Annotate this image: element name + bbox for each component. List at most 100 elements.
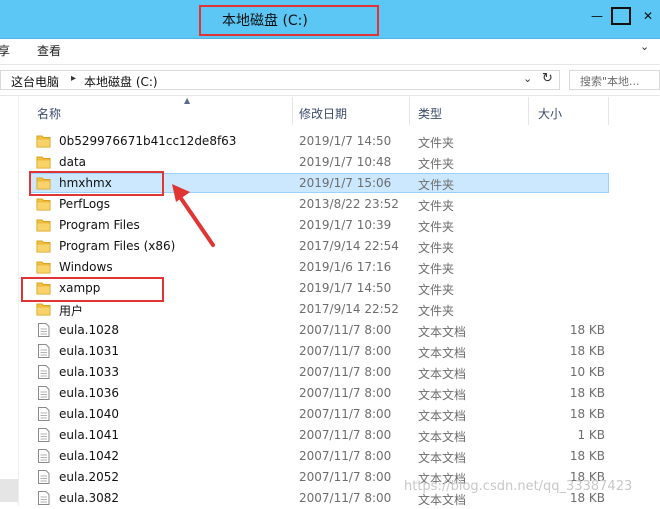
folder-icon bbox=[36, 134, 51, 148]
folder-row[interactable]: 用户 2017/9/14 22:52 文件夹 bbox=[19, 299, 660, 320]
modified-date: 2019/1/7 14:50 bbox=[299, 134, 392, 148]
file-size: 18 KB bbox=[569, 449, 605, 463]
folder-icon bbox=[36, 155, 51, 169]
tab-share[interactable]: 享 bbox=[0, 42, 10, 59]
modified-date: 2017/9/14 22:52 bbox=[299, 302, 399, 316]
file-name: eula.2052 bbox=[59, 470, 120, 484]
modified-date: 2007/11/7 8:00 bbox=[299, 407, 392, 421]
text-document-icon bbox=[36, 428, 51, 442]
modified-date: 2019/1/6 17:16 bbox=[299, 260, 392, 274]
file-type: 文本文档 bbox=[418, 409, 467, 423]
column-header-row: 名称 ▲ 修改日期 类型 大小 bbox=[19, 96, 660, 125]
modified-date: 2007/11/7 8:00 bbox=[299, 386, 392, 400]
file-row[interactable]: eula.1031 2007/11/7 8:00 文本文档 18 KB bbox=[19, 341, 660, 362]
text-document-icon bbox=[36, 407, 51, 421]
file-type: 文件夹 bbox=[418, 199, 455, 213]
file-name: 0b529976671b41cc12de8f63 bbox=[59, 134, 237, 148]
ribbon-expand-icon[interactable]: ⌄ bbox=[640, 40, 649, 53]
file-row[interactable]: eula.1036 2007/11/7 8:00 文本文档 18 KB bbox=[19, 383, 660, 404]
file-type: 文件夹 bbox=[418, 304, 455, 318]
navigation-selected-item[interactable] bbox=[0, 479, 18, 502]
sort-ascending-icon: ▲ bbox=[184, 96, 191, 105]
text-document-icon bbox=[36, 491, 51, 505]
folder-row[interactable]: Program Files 2019/1/7 10:39 文件夹 bbox=[19, 215, 660, 236]
minimize-button[interactable]: — bbox=[586, 6, 608, 26]
file-row[interactable]: eula.1028 2007/11/7 8:00 文本文档 18 KB bbox=[19, 320, 660, 341]
file-size: 10 KB bbox=[569, 365, 605, 379]
file-name: eula.1028 bbox=[59, 323, 120, 337]
file-name: eula.1041 bbox=[59, 428, 120, 442]
folder-icon bbox=[36, 302, 51, 316]
modified-date: 2013/8/22 23:52 bbox=[299, 197, 399, 211]
maximize-button[interactable] bbox=[611, 7, 631, 25]
modified-date: 2007/11/7 8:00 bbox=[299, 344, 392, 358]
annotation-box-hmxhmx bbox=[29, 171, 164, 196]
file-type: 文本文档 bbox=[418, 430, 467, 444]
address-row: 这台电脑 ▸ 本地磁盘 (C:) ⌄ ↻ 搜索"本地... bbox=[0, 64, 660, 96]
column-header-size[interactable]: 大小 bbox=[529, 97, 609, 125]
file-name: eula.3082 bbox=[59, 491, 120, 505]
file-type: 文件夹 bbox=[418, 157, 455, 171]
folder-icon bbox=[36, 239, 51, 253]
address-dropdown-icon[interactable]: ⌄ bbox=[523, 72, 532, 85]
folder-row[interactable]: PerfLogs 2013/8/22 23:52 文件夹 bbox=[19, 194, 660, 215]
file-name: 用户 bbox=[59, 304, 84, 318]
file-size: 18 KB bbox=[569, 386, 605, 400]
column-name-label: 名称 bbox=[37, 107, 62, 121]
column-header-name[interactable]: 名称 ▲ bbox=[28, 96, 293, 125]
breadcrumb-separator-icon[interactable]: ▸ bbox=[71, 73, 76, 84]
text-document-icon bbox=[36, 365, 51, 379]
folder-icon bbox=[36, 260, 51, 274]
file-size: 1 KB bbox=[577, 428, 605, 442]
ribbon-tabs: 享 查看 ⌄ bbox=[0, 39, 660, 61]
modified-date: 2007/11/7 8:00 bbox=[299, 323, 392, 337]
modified-date: 2017/9/14 22:54 bbox=[299, 239, 399, 253]
column-header-date[interactable]: 修改日期 bbox=[290, 97, 410, 125]
file-name: eula.1033 bbox=[59, 365, 120, 379]
navigation-pane[interactable] bbox=[0, 96, 19, 506]
modified-date: 2019/1/7 10:48 bbox=[299, 155, 392, 169]
breadcrumb-this-pc[interactable]: 这台电脑 bbox=[11, 73, 59, 90]
file-type: 文件夹 bbox=[418, 220, 455, 234]
file-name: eula.1040 bbox=[59, 407, 120, 421]
tab-view[interactable]: 查看 bbox=[37, 42, 61, 59]
folder-row[interactable]: data 2019/1/7 10:48 文件夹 bbox=[19, 152, 660, 173]
folder-row[interactable]: 0b529976671b41cc12de8f63 2019/1/7 14:50 文件… bbox=[19, 131, 660, 152]
folder-icon bbox=[36, 197, 51, 211]
modified-date: 2007/11/7 8:00 bbox=[299, 428, 392, 442]
file-type: 文本文档 bbox=[418, 451, 467, 465]
close-button[interactable]: ✕ bbox=[636, 6, 660, 26]
modified-date: 2019/1/7 15:06 bbox=[299, 176, 392, 190]
watermark: https://blog.csdn.net/qq_33387423 bbox=[404, 479, 633, 494]
folder-row[interactable]: Program Files (x86) 2017/9/14 22:54 文件夹 bbox=[19, 236, 660, 257]
file-size: 18 KB bbox=[569, 344, 605, 358]
folder-row[interactable]: Windows 2019/1/6 17:16 文件夹 bbox=[19, 257, 660, 278]
column-date-label: 修改日期 bbox=[299, 107, 348, 121]
file-name: Windows bbox=[59, 260, 113, 274]
address-bar[interactable]: 这台电脑 ▸ 本地磁盘 (C:) ⌄ ↻ bbox=[0, 70, 560, 90]
file-type: 文本文档 bbox=[418, 325, 467, 339]
folder-icon bbox=[36, 218, 51, 232]
breadcrumb-local-disk[interactable]: 本地磁盘 (C:) bbox=[84, 73, 158, 90]
search-input[interactable]: 搜索"本地... bbox=[569, 70, 660, 90]
modified-date: 2007/11/7 8:00 bbox=[299, 470, 392, 484]
file-row[interactable]: eula.1041 2007/11/7 8:00 文本文档 1 KB bbox=[19, 425, 660, 446]
file-type: 文本文档 bbox=[418, 346, 467, 360]
file-size: 18 KB bbox=[569, 407, 605, 421]
refresh-icon[interactable]: ↻ bbox=[542, 71, 553, 86]
file-type: 文件夹 bbox=[418, 241, 455, 255]
file-row[interactable]: eula.1033 2007/11/7 8:00 文本文档 10 KB bbox=[19, 362, 660, 383]
modified-date: 2007/11/7 8:00 bbox=[299, 491, 392, 505]
modified-date: 2007/11/7 8:00 bbox=[299, 449, 392, 463]
file-type: 文件夹 bbox=[418, 283, 455, 297]
file-type: 文本文档 bbox=[418, 388, 467, 402]
column-header-type[interactable]: 类型 bbox=[409, 97, 529, 125]
modified-date: 2007/11/7 8:00 bbox=[299, 365, 392, 379]
title-bar: 本地磁盘 (C:) — ✕ bbox=[0, 0, 660, 39]
file-type: 文本文档 bbox=[418, 367, 467, 381]
column-size-label: 大小 bbox=[538, 107, 563, 121]
file-name: PerfLogs bbox=[59, 197, 111, 211]
file-row[interactable]: eula.1040 2007/11/7 8:00 文本文档 18 KB bbox=[19, 404, 660, 425]
text-document-icon bbox=[36, 449, 51, 463]
file-row[interactable]: eula.1042 2007/11/7 8:00 文本文档 18 KB bbox=[19, 446, 660, 467]
